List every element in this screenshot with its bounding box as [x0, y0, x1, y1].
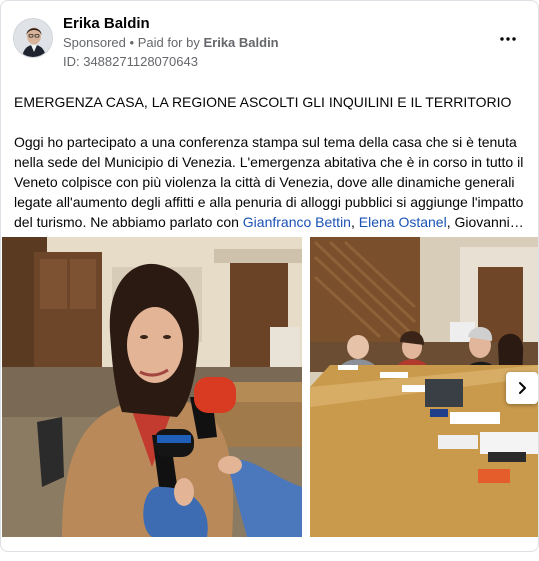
carousel-image-interview[interactable]: [2, 237, 302, 537]
post-body: Oggi ho partecipato a una conferenza sta…: [14, 132, 528, 232]
post-header: Erika Baldin Sponsored • Paid for by Eri…: [13, 13, 526, 69]
interview-photo: [2, 237, 302, 537]
ad-id: ID: 3488271128070643: [63, 54, 198, 69]
more-horizontal-icon: [500, 37, 516, 41]
chevron-right-icon: [519, 382, 526, 394]
mention-elena-ostanel[interactable]: Elena Ostanel: [359, 214, 447, 230]
avatar[interactable]: [13, 18, 53, 58]
image-carousel: [2, 237, 538, 537]
sponsored-label: Sponsored: [63, 35, 126, 50]
paid-for-name[interactable]: Erika Baldin: [203, 35, 278, 50]
more-options-button[interactable]: [494, 27, 522, 51]
author-name[interactable]: Erika Baldin: [63, 15, 150, 32]
ad-post-card: Erika Baldin Sponsored • Paid for by Eri…: [0, 0, 539, 552]
meta-separator: •: [129, 35, 135, 50]
conference-photo: [310, 237, 538, 537]
avatar-image: [14, 19, 52, 57]
post-body-trailing: , Giovanni…: [446, 214, 524, 230]
sponsored-line: Sponsored • Paid for by Erika Baldin: [63, 35, 279, 50]
post-headline: EMERGENZA CASA, LA REGIONE ASCOLTI GLI I…: [14, 94, 512, 110]
mention-gianfranco-bettin[interactable]: Gianfranco Bettin: [243, 214, 351, 230]
carousel-image-conference[interactable]: [310, 237, 538, 537]
paid-for-prefix: Paid for by: [137, 35, 200, 50]
post-text: EMERGENZA CASA, LA REGIONE ASCOLTI GLI I…: [14, 92, 528, 232]
carousel-next-button[interactable]: [506, 372, 538, 404]
mention-separator: ,: [350, 214, 359, 230]
